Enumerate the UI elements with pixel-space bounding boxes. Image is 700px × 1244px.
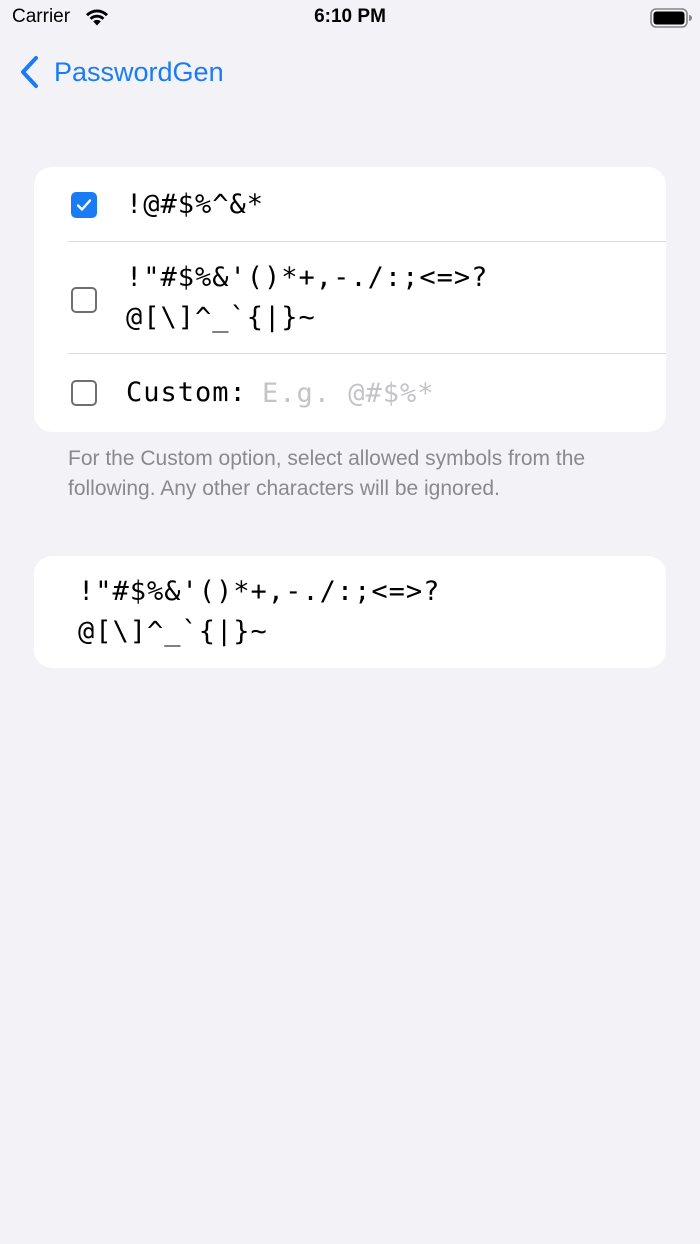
- option-row-all-symbols[interactable]: !"#$%&'()*+,-./:;<=>? @[\]^_`{|}~: [34, 242, 666, 354]
- option-row-custom[interactable]: Custom:: [34, 354, 666, 432]
- status-bar: Carrier 6:10 PM: [0, 0, 700, 36]
- custom-label: Custom:: [126, 377, 247, 408]
- navigation-bar: PasswordGen: [0, 50, 700, 94]
- option-row-basic-symbols[interactable]: !@#$%^&*: [34, 167, 666, 242]
- allowed-symbols-card: !"#$%&'()*+,-./:;<=>? @[\]^_`{|}~: [34, 556, 666, 668]
- allowed-symbols-line-2: @[\]^_`{|}~: [78, 616, 268, 647]
- option-label-basic-symbols: !@#$%^&*: [126, 189, 265, 220]
- checkmark-icon: [76, 199, 92, 211]
- allowed-symbols-line-1: !"#$%&'()*+,-./:;<=>?: [78, 576, 441, 607]
- checkbox-all-symbols[interactable]: [71, 287, 97, 313]
- battery-icon: [650, 8, 692, 28]
- back-label: PasswordGen: [54, 56, 224, 87]
- option-label-all-symbols: !"#$%&'()*+,-./:;<=>? @[\]^_`{|}~: [126, 258, 488, 338]
- checkbox-custom[interactable]: [71, 380, 97, 406]
- symbol-options-card: !@#$%^&* !"#$%&'()*+,-./:;<=>? @[\]^_`{|…: [34, 167, 666, 432]
- custom-option-footer: For the Custom option, select allowed sy…: [68, 447, 586, 500]
- clock: 6:10 PM: [314, 6, 386, 27]
- option-label-line-2: @[\]^_`{|}~: [126, 302, 316, 333]
- custom-symbols-input[interactable]: [262, 373, 642, 413]
- back-button[interactable]: PasswordGen: [18, 54, 224, 90]
- chevron-left-icon: [21, 56, 38, 88]
- allowed-symbols-text: !"#$%&'()*+,-./:;<=>? @[\]^_`{|}~: [78, 572, 440, 652]
- option-label-line-1: !"#$%&'()*+,-./:;<=>?: [126, 262, 489, 293]
- checkbox-basic-symbols[interactable]: [71, 192, 97, 218]
